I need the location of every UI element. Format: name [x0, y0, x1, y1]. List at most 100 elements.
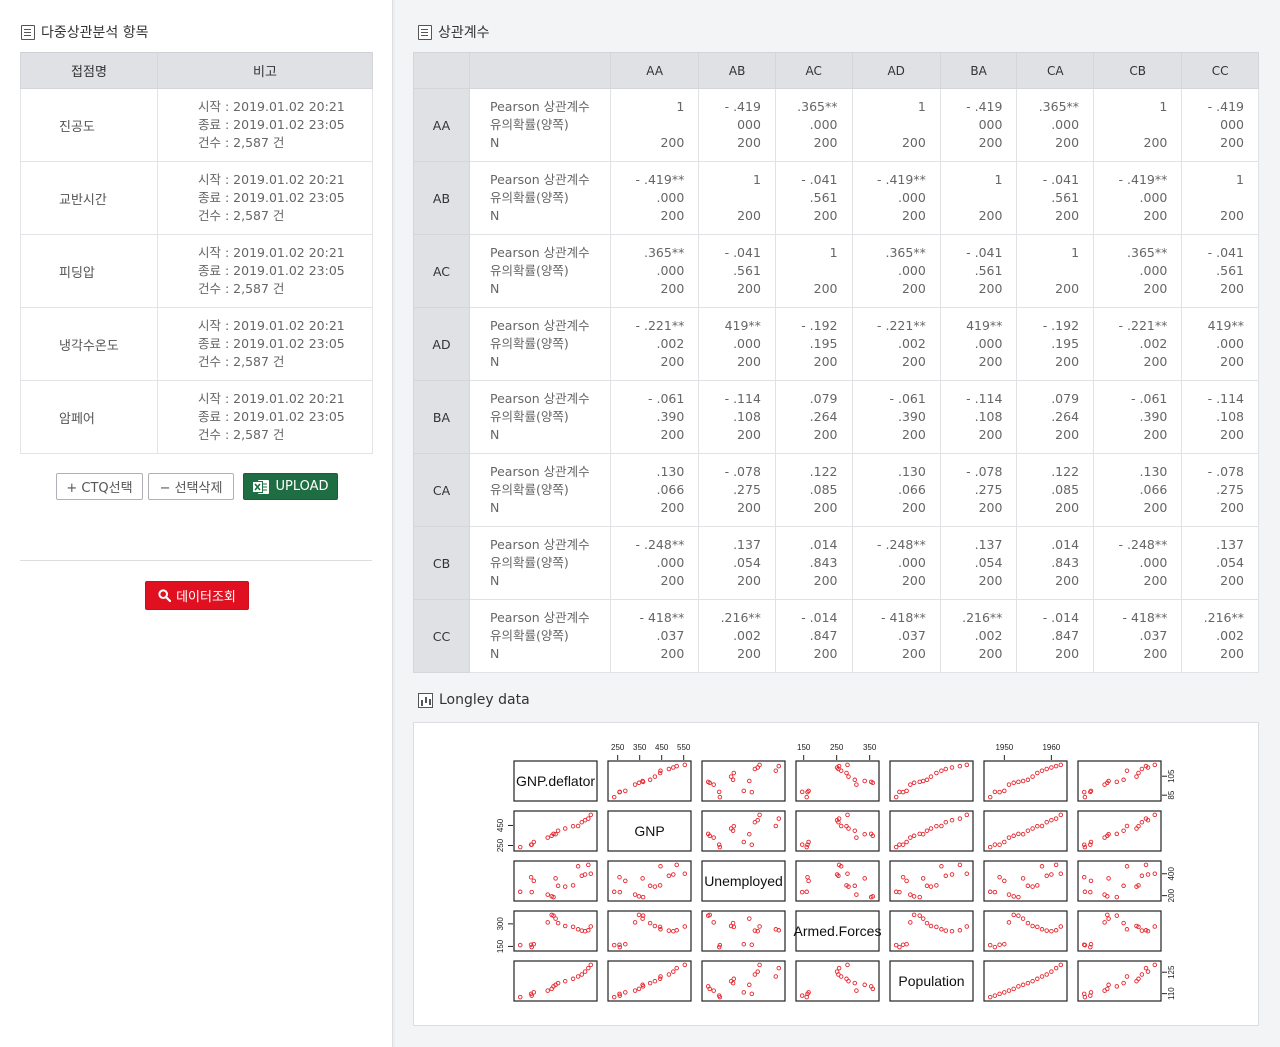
significance-value: .264	[809, 409, 838, 424]
item-name: 피딩압	[20, 234, 158, 308]
significance-value	[1094, 116, 1167, 134]
pearson-value: .137	[1216, 537, 1244, 552]
stat-labels: Pearson 상관계수 유의확률(양쪽) N	[469, 88, 611, 162]
n-value: 200	[901, 500, 926, 515]
significance-value: .108	[974, 409, 1003, 424]
n-value: 200	[901, 646, 926, 661]
n-value: 200	[1220, 354, 1244, 369]
n-label: N	[490, 646, 500, 661]
correlation-cell: .079 .264 200	[1016, 380, 1095, 454]
scatter-panel-frame	[1077, 810, 1162, 852]
n-value: 200	[1220, 135, 1244, 150]
n-value: 200	[978, 135, 1003, 150]
tick-label: 250	[496, 838, 505, 852]
pearson-label: Pearson 상관계수	[490, 391, 590, 406]
pearson-value: .079	[1051, 391, 1080, 406]
n-value: 200	[1220, 573, 1244, 588]
correlation-title: 상관계수	[418, 22, 490, 42]
data-query-button[interactable]: 데이터조회	[145, 581, 249, 610]
correlation-cell: .216** .002 200	[698, 599, 776, 673]
pearson-value: - .114	[1207, 391, 1244, 406]
n-value: 200	[978, 427, 1003, 442]
correlation-cell: - 418** .037 200	[609, 599, 700, 673]
n-value: 200	[1143, 281, 1168, 296]
n-value: 200	[813, 573, 838, 588]
tick-label: 250	[611, 743, 625, 752]
record-count: 건수 : 2,587 건	[198, 135, 285, 150]
significance-value: .002	[1216, 628, 1244, 643]
n-label: N	[490, 500, 500, 515]
add-ctq-button[interactable]: + CTQ선택	[56, 473, 143, 500]
pearson-value: - .248**	[635, 537, 685, 552]
start-time: 시작 : 2019.01.02 20:21	[198, 391, 345, 406]
correlation-cell: - .248** .000 200	[851, 526, 941, 600]
significance-value: .390	[656, 409, 685, 424]
significance-value	[1182, 189, 1244, 207]
column-header-ad: AD	[851, 52, 941, 89]
table-row[interactable]: 진공도 시작 : 2019.01.02 20:21 종료 : 2019.01.02 …	[20, 88, 373, 162]
table-row[interactable]: 냉각수온도 시작 : 2019.01.02 20:21 종료 : 2019.01.0…	[20, 307, 373, 381]
significance-label: 유의확률(양쪽)	[490, 409, 569, 424]
correlation-cell: .130 .066 200	[851, 453, 941, 527]
correlation-cell: - .041 .561 200	[698, 234, 776, 308]
scatter-panel-frame	[513, 960, 598, 1002]
significance-value: .843	[809, 555, 838, 570]
n-value: 200	[813, 354, 838, 369]
delete-selected-button[interactable]: − 선택삭제	[148, 473, 234, 500]
tick-label: 400	[1167, 867, 1176, 881]
pearson-value: .014	[1051, 537, 1080, 552]
correlation-cell: - 418** .037 200	[851, 599, 941, 673]
correlation-cell: 1 200	[698, 161, 776, 235]
correlation-cell: - .061 .390 200	[609, 380, 700, 454]
correlation-cell: .014 .843 200	[774, 526, 853, 600]
pearson-value: - .078	[724, 464, 761, 479]
pearson-value: .130	[1139, 464, 1168, 479]
table-row[interactable]: 교반시간 시작 : 2019.01.02 20:21 종료 : 2019.01.02…	[20, 161, 373, 235]
n-value: 200	[1220, 500, 1244, 515]
pearson-value: .014	[809, 537, 838, 552]
row-header: CB	[413, 526, 470, 600]
column-header-ab: AB	[698, 52, 776, 89]
significance-value: .000	[898, 555, 926, 570]
correlation-cell: .365** .000 200	[1093, 234, 1183, 308]
n-label: N	[490, 354, 500, 369]
column-header-ca: CA	[1016, 52, 1095, 89]
table-row[interactable]: 암페어 시작 : 2019.01.02 20:21 종료 : 2019.01.02 …	[20, 380, 373, 454]
correlation-cell: - .248** .000 200	[609, 526, 700, 600]
pearson-value: - .419**	[877, 172, 926, 187]
n-label: N	[490, 208, 500, 223]
significance-value	[776, 262, 838, 280]
pearson-value: - .221**	[877, 318, 926, 333]
pearson-value: - .248**	[877, 537, 926, 552]
scatter-panel-frame	[795, 860, 880, 902]
pearson-value: 1	[1071, 245, 1080, 260]
upload-button[interactable]: UPLOAD	[243, 473, 338, 500]
column-header-note: 비고	[157, 52, 373, 89]
n-value: 200	[1143, 500, 1168, 515]
significance-value: .843	[1051, 555, 1080, 570]
scatter-panel-frame	[701, 960, 786, 1002]
scatter-panel-frame	[607, 860, 692, 902]
pearson-value: .365**	[885, 245, 926, 260]
pearson-label: Pearson 상관계수	[490, 318, 590, 333]
significance-label: 유의확률(양쪽)	[490, 628, 569, 643]
table-row: CB Pearson 상관계수 유의확률(양쪽) N - .248** .000 200.1…	[413, 526, 1259, 600]
pearson-value: - .419	[966, 99, 1003, 114]
correlation-cell: - .114 .108 200	[939, 380, 1018, 454]
scatter-panel-frame	[795, 810, 880, 852]
significance-value: .037	[1139, 628, 1168, 643]
table-row[interactable]: 피딩압 시작 : 2019.01.02 20:21 종료 : 2019.01.02 …	[20, 234, 373, 308]
pearson-value: .216**	[1203, 610, 1244, 625]
significance-label: 유의확률(양쪽)	[490, 482, 569, 497]
correlation-cell: .137 .054 200	[1181, 526, 1259, 600]
correlation-cell: .365** .000 200	[1016, 88, 1095, 162]
significance-value: .002	[656, 336, 685, 351]
stat-labels: Pearson 상관계수 유의확률(양쪽) N	[469, 599, 611, 673]
n-value: 200	[737, 208, 761, 223]
record-count: 건수 : 2,587 건	[198, 208, 285, 223]
significance-value: .000	[1139, 555, 1168, 570]
n-value: 200	[1220, 646, 1244, 661]
correlation-cell: - .221** .002 200	[1093, 307, 1183, 381]
significance-value: .000	[656, 190, 685, 205]
tick-label: 300	[496, 917, 505, 931]
